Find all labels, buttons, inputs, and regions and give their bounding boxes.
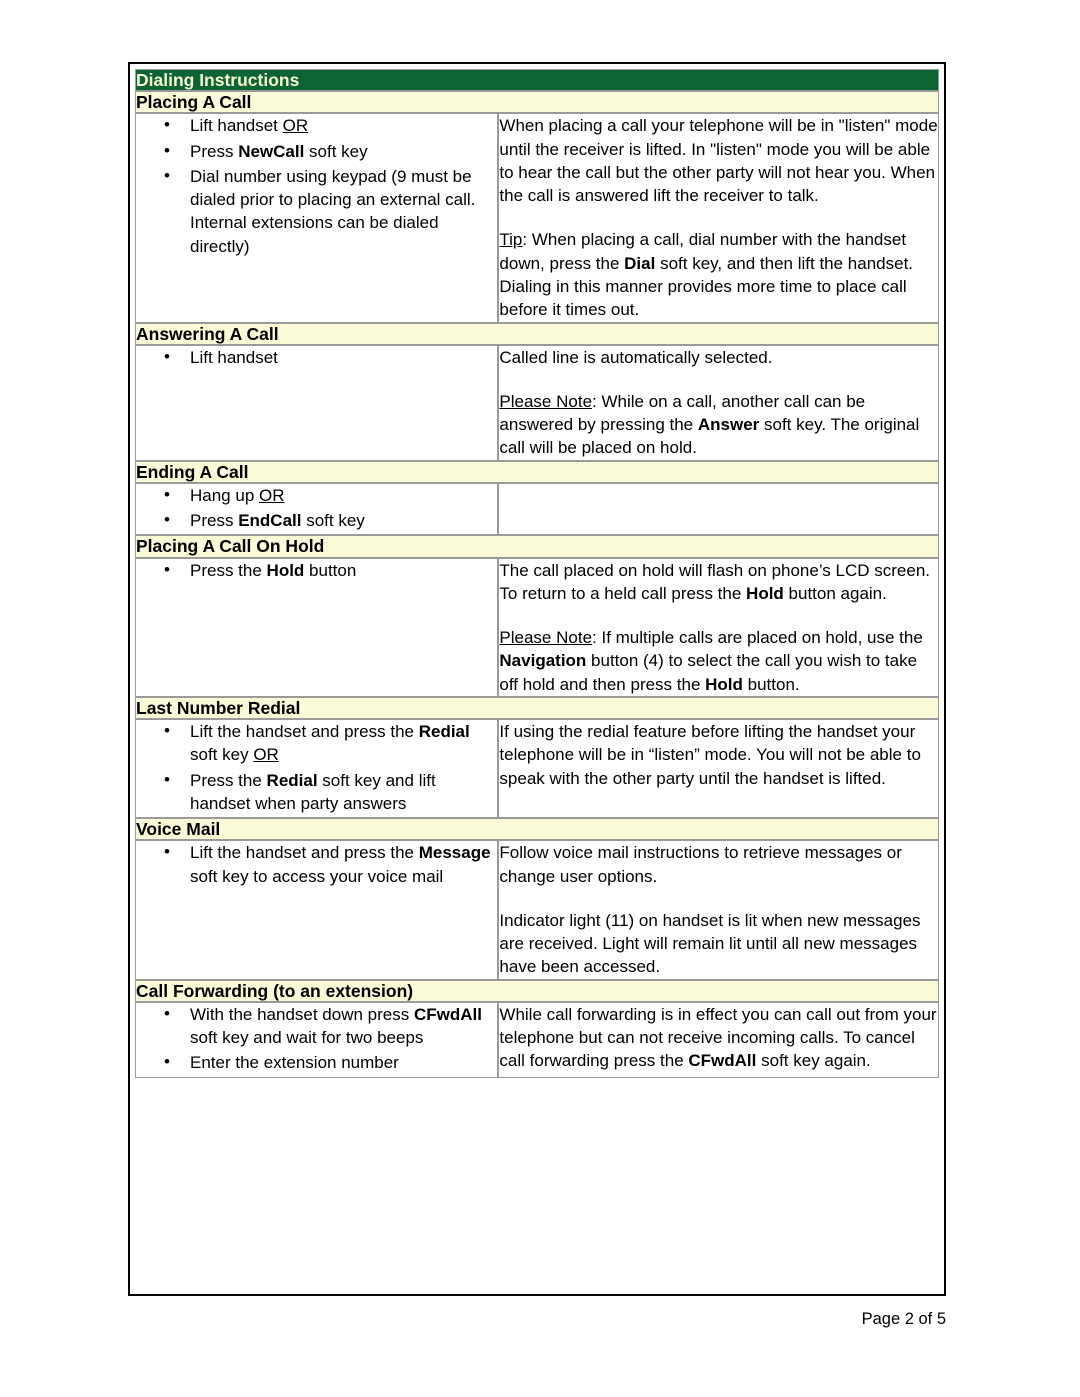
section-heading: Placing A Call bbox=[135, 91, 939, 114]
section-body-row: Lift the handset and press the Redial so… bbox=[135, 719, 939, 819]
step-item: Lift the handset and press the Message s… bbox=[164, 840, 497, 888]
step-list: Lift handset ORPress NewCall soft keyDia… bbox=[136, 113, 497, 258]
section-notes-cell: Called line is automatically selected. Pl… bbox=[498, 344, 939, 461]
section-notes-cell: When placing a call your telephone will … bbox=[498, 113, 939, 323]
step-list: Lift the handset and press the Redial so… bbox=[136, 719, 497, 816]
section-heading-row: Last Number Redial bbox=[135, 696, 939, 720]
section-notes-cell: While call forwarding is in effect you c… bbox=[498, 1001, 939, 1078]
note-paragraph: While call forwarding is in effect you c… bbox=[499, 1004, 937, 1071]
step-list: Lift handset bbox=[136, 345, 497, 369]
section-heading: Ending A Call bbox=[135, 460, 939, 483]
section-steps-cell: Lift handset bbox=[135, 345, 499, 461]
step-item: Enter the extension number bbox=[164, 1050, 497, 1074]
table-wrapper: Dialing Instructions Placing A CallLift … bbox=[135, 69, 939, 1289]
document-page: Dialing Instructions Placing A CallLift … bbox=[0, 0, 1080, 1397]
step-list: Press the Hold button bbox=[136, 558, 497, 582]
section-body-row: Hang up ORPress EndCall soft key bbox=[135, 483, 939, 536]
table-body: Dialing Instructions Placing A CallLift … bbox=[135, 69, 939, 1078]
note-paragraph: The call placed on hold will flash on ph… bbox=[499, 560, 931, 603]
section-heading-row: Placing A Call bbox=[135, 91, 939, 114]
document-title-row: Dialing Instructions bbox=[135, 69, 939, 92]
section-body-row: Lift handset ORPress NewCall soft keyDia… bbox=[135, 113, 939, 323]
note-paragraph: Please Note: While on a call, another ca… bbox=[499, 391, 920, 458]
section-heading-row: Ending A Call bbox=[135, 460, 939, 483]
section-heading: Answering A Call bbox=[135, 322, 939, 345]
section-steps-cell: Hang up ORPress EndCall soft key bbox=[135, 483, 499, 536]
note-paragraph: Indicator light (11) on handset is lit w… bbox=[499, 910, 921, 977]
step-item: With the handset down press CFwdAll soft… bbox=[164, 1002, 497, 1050]
step-item: Press EndCall soft key bbox=[164, 508, 497, 532]
note-paragraph: When placing a call your telephone will … bbox=[499, 116, 938, 206]
page-footer: Page 2 of 5 bbox=[861, 1310, 946, 1328]
step-item: Dial number using keypad (9 must be dial… bbox=[164, 164, 497, 258]
section-notes-cell: The call placed on hold will flash on ph… bbox=[498, 557, 939, 697]
note-paragraph: Called line is automatically selected. bbox=[499, 347, 773, 367]
note-paragraph: Please Note: If multiple calls are place… bbox=[499, 628, 923, 694]
section-notes-cell: If using the redial feature before lifti… bbox=[498, 719, 939, 819]
section-heading: Voice Mail bbox=[135, 818, 939, 841]
section-heading-row: Voice Mail bbox=[135, 818, 939, 841]
note-paragraph: Tip: When placing a call, dial number wi… bbox=[499, 230, 914, 320]
section-heading-row: Call Forwarding (to an extension) bbox=[135, 979, 939, 1002]
step-item: Hang up OR bbox=[164, 483, 497, 507]
section-steps-cell: Lift the handset and press the Message s… bbox=[135, 840, 499, 980]
step-list: Hang up ORPress EndCall soft key bbox=[136, 483, 497, 533]
step-item: Lift the handset and press the Redial so… bbox=[164, 719, 497, 767]
section-steps-cell: Lift handset ORPress NewCall soft keyDia… bbox=[135, 113, 499, 323]
section-notes-cell: Follow voice mail instructions to retrie… bbox=[498, 840, 939, 980]
step-item: Lift handset bbox=[164, 345, 497, 369]
step-item: Press the Redial soft key and lift hands… bbox=[164, 768, 497, 816]
section-body-row: Lift handsetCalled line is automatically… bbox=[135, 345, 939, 461]
section-heading: Call Forwarding (to an extension) bbox=[135, 979, 939, 1002]
note-paragraph: If using the redial feature before lifti… bbox=[499, 722, 921, 788]
step-item: Lift handset OR bbox=[164, 113, 497, 137]
section-heading-row: Placing A Call On Hold bbox=[135, 535, 939, 558]
section-heading-row: Answering A Call bbox=[135, 322, 939, 345]
section-heading: Last Number Redial bbox=[135, 696, 939, 720]
section-body-row: Lift the handset and press the Message s… bbox=[135, 840, 939, 980]
section-body-row: With the handset down press CFwdAll soft… bbox=[135, 1001, 939, 1078]
section-steps-cell: Lift the handset and press the Redial so… bbox=[135, 719, 499, 819]
section-body-row: Press the Hold buttonThe call placed on … bbox=[135, 558, 939, 697]
step-item: Press the Hold button bbox=[164, 558, 497, 582]
step-item: Press NewCall soft key bbox=[164, 139, 497, 163]
dialing-instructions-table: Dialing Instructions Placing A CallLift … bbox=[135, 69, 939, 1078]
note-paragraph: Follow voice mail instructions to retrie… bbox=[499, 843, 902, 886]
section-steps-cell: With the handset down press CFwdAll soft… bbox=[135, 1001, 499, 1078]
section-notes-cell bbox=[498, 482, 939, 536]
step-list: Lift the handset and press the Message s… bbox=[136, 840, 497, 888]
section-steps-cell: Press the Hold button bbox=[135, 558, 499, 697]
dialing-instructions-table-frame: Dialing Instructions Placing A CallLift … bbox=[128, 62, 946, 1296]
step-list: With the handset down press CFwdAll soft… bbox=[136, 1002, 497, 1075]
document-title: Dialing Instructions bbox=[135, 69, 939, 92]
section-heading: Placing A Call On Hold bbox=[135, 535, 939, 558]
